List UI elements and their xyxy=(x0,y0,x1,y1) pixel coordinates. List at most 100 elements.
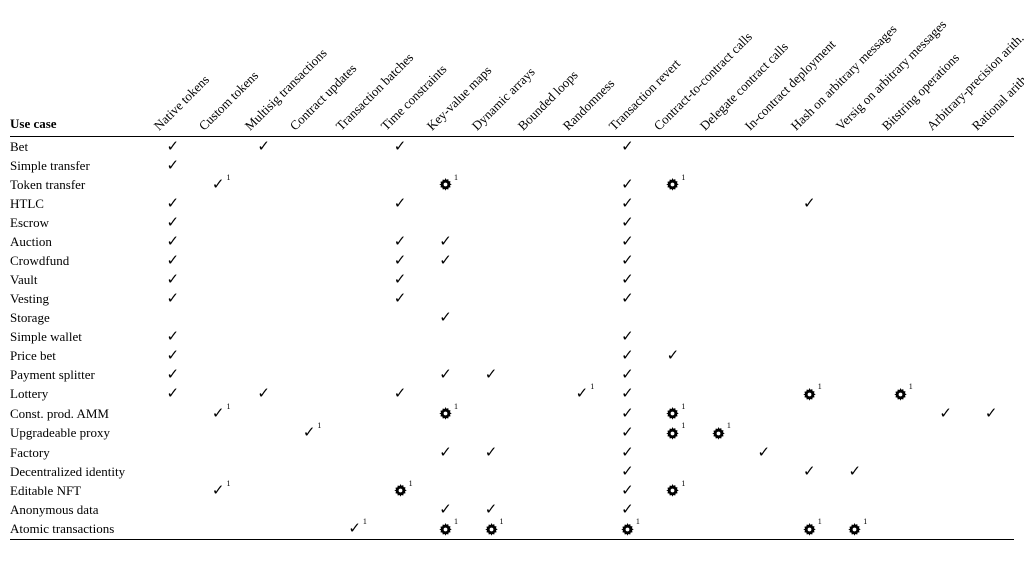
cell xyxy=(514,214,559,233)
cell xyxy=(968,424,1014,444)
table-row: Vault✓✓✓ xyxy=(10,271,1014,290)
cell: ✓ xyxy=(468,443,513,462)
cell: ✓1 xyxy=(559,385,604,405)
cell xyxy=(377,366,422,385)
cell: ✓1 xyxy=(195,404,240,424)
cell xyxy=(650,195,695,214)
cell xyxy=(468,175,513,195)
cell xyxy=(468,424,513,444)
table-row: Price bet✓✓✓ xyxy=(10,347,1014,366)
cell xyxy=(878,156,923,175)
cell: 1 xyxy=(423,404,468,424)
superscript: 1 xyxy=(909,383,913,391)
cell: ✓ xyxy=(241,385,286,405)
cell: 1 xyxy=(696,424,741,444)
cell: ✓ xyxy=(423,252,468,271)
cell xyxy=(150,424,195,444)
cell xyxy=(968,233,1014,252)
cell xyxy=(923,347,968,366)
cell xyxy=(423,290,468,309)
cell xyxy=(286,501,331,520)
cell xyxy=(741,252,786,271)
table-row: Token transfer✓11✓1 xyxy=(10,175,1014,195)
cell xyxy=(195,214,240,233)
check-icon: ✓ xyxy=(166,272,179,288)
row-label: Escrow xyxy=(10,214,150,233)
cell xyxy=(650,501,695,520)
cell: ✓1 xyxy=(286,424,331,444)
cell xyxy=(286,462,331,481)
cell xyxy=(468,347,513,366)
cell xyxy=(696,347,741,366)
cell xyxy=(923,385,968,405)
cell: ✓ xyxy=(605,424,650,444)
cell xyxy=(787,271,832,290)
cell xyxy=(195,137,240,157)
cell xyxy=(741,520,786,540)
cell xyxy=(559,137,604,157)
cell xyxy=(286,481,331,501)
cell xyxy=(741,366,786,385)
cell xyxy=(514,309,559,328)
cell xyxy=(332,137,377,157)
cell xyxy=(605,156,650,175)
cell xyxy=(241,252,286,271)
cell xyxy=(286,385,331,405)
superscript: 1 xyxy=(454,403,458,411)
cell xyxy=(650,520,695,540)
row-label: Anonymous data xyxy=(10,501,150,520)
cell xyxy=(423,347,468,366)
table-row: Bet✓✓✓✓ xyxy=(10,137,1014,157)
cell: ✓ xyxy=(605,137,650,157)
gear-icon xyxy=(712,427,725,442)
cell: ✓ xyxy=(377,385,422,405)
cell xyxy=(241,404,286,424)
cell xyxy=(377,443,422,462)
cell xyxy=(514,462,559,481)
cell xyxy=(332,404,377,424)
check-icon: ✓ xyxy=(439,367,452,383)
cell: ✓ xyxy=(150,347,195,366)
cell xyxy=(332,462,377,481)
cell: ✓ xyxy=(150,290,195,309)
cell xyxy=(332,385,377,405)
cell xyxy=(741,214,786,233)
cell: ✓ xyxy=(468,366,513,385)
check-icon: ✓ xyxy=(166,196,179,212)
cell xyxy=(832,385,877,405)
cell xyxy=(650,290,695,309)
cell xyxy=(514,175,559,195)
cell xyxy=(559,195,604,214)
cell xyxy=(559,443,604,462)
cell: 1 xyxy=(832,520,877,540)
cell xyxy=(195,195,240,214)
cell xyxy=(832,195,877,214)
cell xyxy=(741,156,786,175)
cell xyxy=(286,366,331,385)
cell xyxy=(332,347,377,366)
cell xyxy=(787,156,832,175)
cell xyxy=(923,328,968,347)
cell xyxy=(514,156,559,175)
cell xyxy=(514,501,559,520)
row-label: Price bet xyxy=(10,347,150,366)
cell xyxy=(559,347,604,366)
cell xyxy=(332,214,377,233)
cell xyxy=(968,309,1014,328)
cell xyxy=(332,481,377,501)
row-label: Simple wallet xyxy=(10,328,150,347)
table-head: Use caseNative tokensCustom tokensMultis… xyxy=(10,14,1014,137)
superscript: 1 xyxy=(226,480,230,488)
cell xyxy=(559,501,604,520)
cell xyxy=(377,424,422,444)
cell xyxy=(468,137,513,157)
row-label: Token transfer xyxy=(10,175,150,195)
cell xyxy=(514,385,559,405)
cell: ✓ xyxy=(150,252,195,271)
cell xyxy=(878,137,923,157)
cell xyxy=(195,366,240,385)
cell xyxy=(741,481,786,501)
cell xyxy=(286,156,331,175)
cell: ✓ xyxy=(150,137,195,157)
check-icon: ✓ xyxy=(621,386,634,402)
